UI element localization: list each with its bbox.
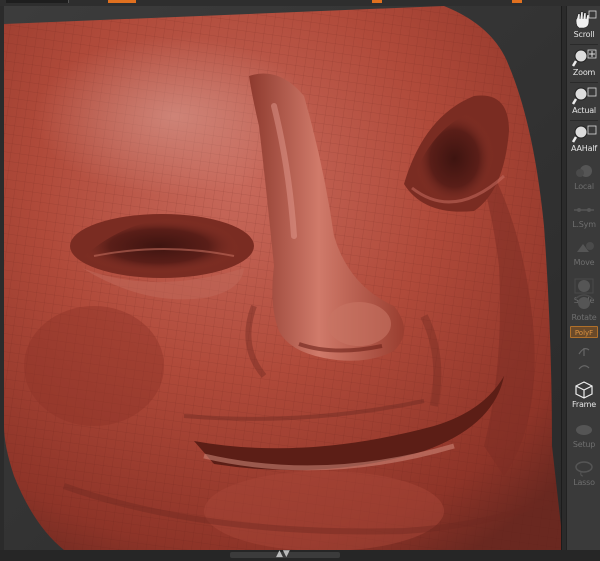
tool-label: Local [574, 182, 594, 191]
setup-icon [576, 425, 592, 435]
tool-label: AAHalf [571, 144, 597, 153]
scroll-button[interactable]: Scroll [568, 8, 600, 42]
bottom-arrows-icon[interactable]: ▲▼ [276, 550, 290, 559]
tool-label: Frame [572, 400, 596, 409]
polyframe-button[interactable]: PolyF [570, 326, 598, 338]
top-highlight-marker[interactable] [108, 0, 136, 3]
tool-label: Rotate [571, 313, 597, 322]
sculpted-head-render[interactable] [4, 6, 561, 550]
divider [570, 44, 598, 45]
sculpt-viewport[interactable] [4, 6, 562, 550]
lasso-button[interactable]: Lasso [568, 456, 600, 490]
local-icon [576, 165, 592, 177]
aahalf-button[interactable]: AAHalf [568, 122, 600, 156]
tool-label: Lasso [573, 478, 595, 487]
magnifier-zoom-icon [571, 49, 597, 67]
local-button[interactable]: Local [568, 160, 600, 194]
move-button[interactable]: Move [568, 236, 600, 270]
lsym-button[interactable]: L.Sym [568, 198, 600, 232]
rotate-button[interactable]: Rotate [568, 291, 600, 325]
move-icon [577, 242, 594, 252]
local-symmetry-icon [574, 208, 594, 212]
top-highlight-marker[interactable] [372, 0, 382, 3]
lasso-icon [575, 461, 593, 477]
magnifier-actual-icon [571, 87, 597, 105]
setup-button[interactable]: Setup [568, 418, 600, 452]
rotate-icon [574, 294, 594, 309]
right-shelf: Scroll Zoom Actual AAHalf Local L.Sym Mo… [566, 6, 600, 550]
hand-scroll-icon [575, 10, 597, 29]
top-highlight-marker[interactable] [512, 0, 522, 3]
tool-label: Actual [572, 106, 596, 115]
transp-icon[interactable] [576, 344, 592, 358]
magnifier-aahalf-icon [571, 125, 597, 143]
tool-label: Setup [572, 440, 596, 449]
frame-cube-icon [575, 381, 593, 399]
tool-label: Scroll [573, 30, 595, 39]
ghost-icon[interactable] [576, 360, 592, 374]
zoom-button[interactable]: Zoom [568, 46, 600, 80]
tool-label: Move [573, 258, 595, 267]
tool-label: L.Sym [572, 220, 596, 229]
divider [570, 120, 598, 121]
divider [570, 82, 598, 83]
top-tab[interactable] [6, 0, 69, 3]
actual-button[interactable]: Actual [568, 84, 600, 118]
frame-button[interactable]: Frame [568, 378, 600, 412]
tool-label: Zoom [572, 68, 596, 77]
